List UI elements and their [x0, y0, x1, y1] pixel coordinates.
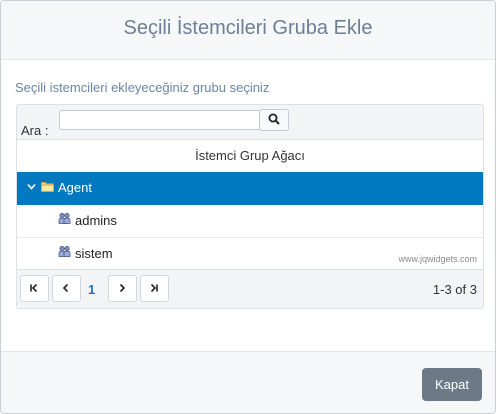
search-label: Ara : [21, 123, 49, 138]
folder-icon [41, 182, 54, 192]
previous-page-button[interactable] [52, 275, 81, 302]
pager: 1 1-3 of 3 [17, 269, 483, 308]
watermark: www.jqwidgets.com [398, 254, 477, 264]
last-page-button[interactable] [140, 275, 169, 302]
first-page-button[interactable] [20, 275, 49, 302]
search-button[interactable] [259, 109, 289, 131]
current-page-number[interactable]: 1 [88, 282, 95, 297]
last-page-icon [150, 283, 158, 293]
chevron-down-icon[interactable] [27, 182, 36, 191]
tree-item-label: admins [75, 213, 117, 228]
tree-item-label: Agent [58, 180, 92, 195]
chevron-left-icon [62, 283, 69, 293]
dialog-header: Seçili İstemcileri Gruba Ekle [1, 1, 495, 60]
next-page-button[interactable] [108, 275, 137, 302]
search-icon [268, 113, 280, 125]
page-info: 1-3 of 3 [432, 282, 477, 297]
instruction-text: Seçili istemcileri ekleyeceğiniz grubu s… [15, 80, 270, 95]
group-tree-panel: Ara : İstemci Grup Ağacı Agent admins si… [16, 104, 484, 309]
search-bar: Ara : [17, 105, 483, 140]
dialog-footer: Kapat [1, 351, 495, 413]
group-icon [58, 212, 71, 224]
search-input[interactable] [59, 110, 261, 130]
tree-item-label: sistem [75, 246, 113, 261]
tree-row-agent[interactable]: Agent [17, 172, 483, 205]
group-icon [58, 245, 71, 257]
add-to-group-dialog: Seçili İstemcileri Gruba Ekle Seçili ist… [0, 0, 496, 414]
dialog-title: Seçili İstemcileri Gruba Ekle [123, 17, 373, 39]
chevron-right-icon [119, 283, 126, 293]
close-button[interactable]: Kapat [422, 368, 482, 401]
tree-column-header[interactable]: İstemci Grup Ağacı [17, 140, 483, 173]
first-page-icon [30, 283, 38, 293]
tree-row-admins[interactable]: admins [17, 205, 483, 238]
